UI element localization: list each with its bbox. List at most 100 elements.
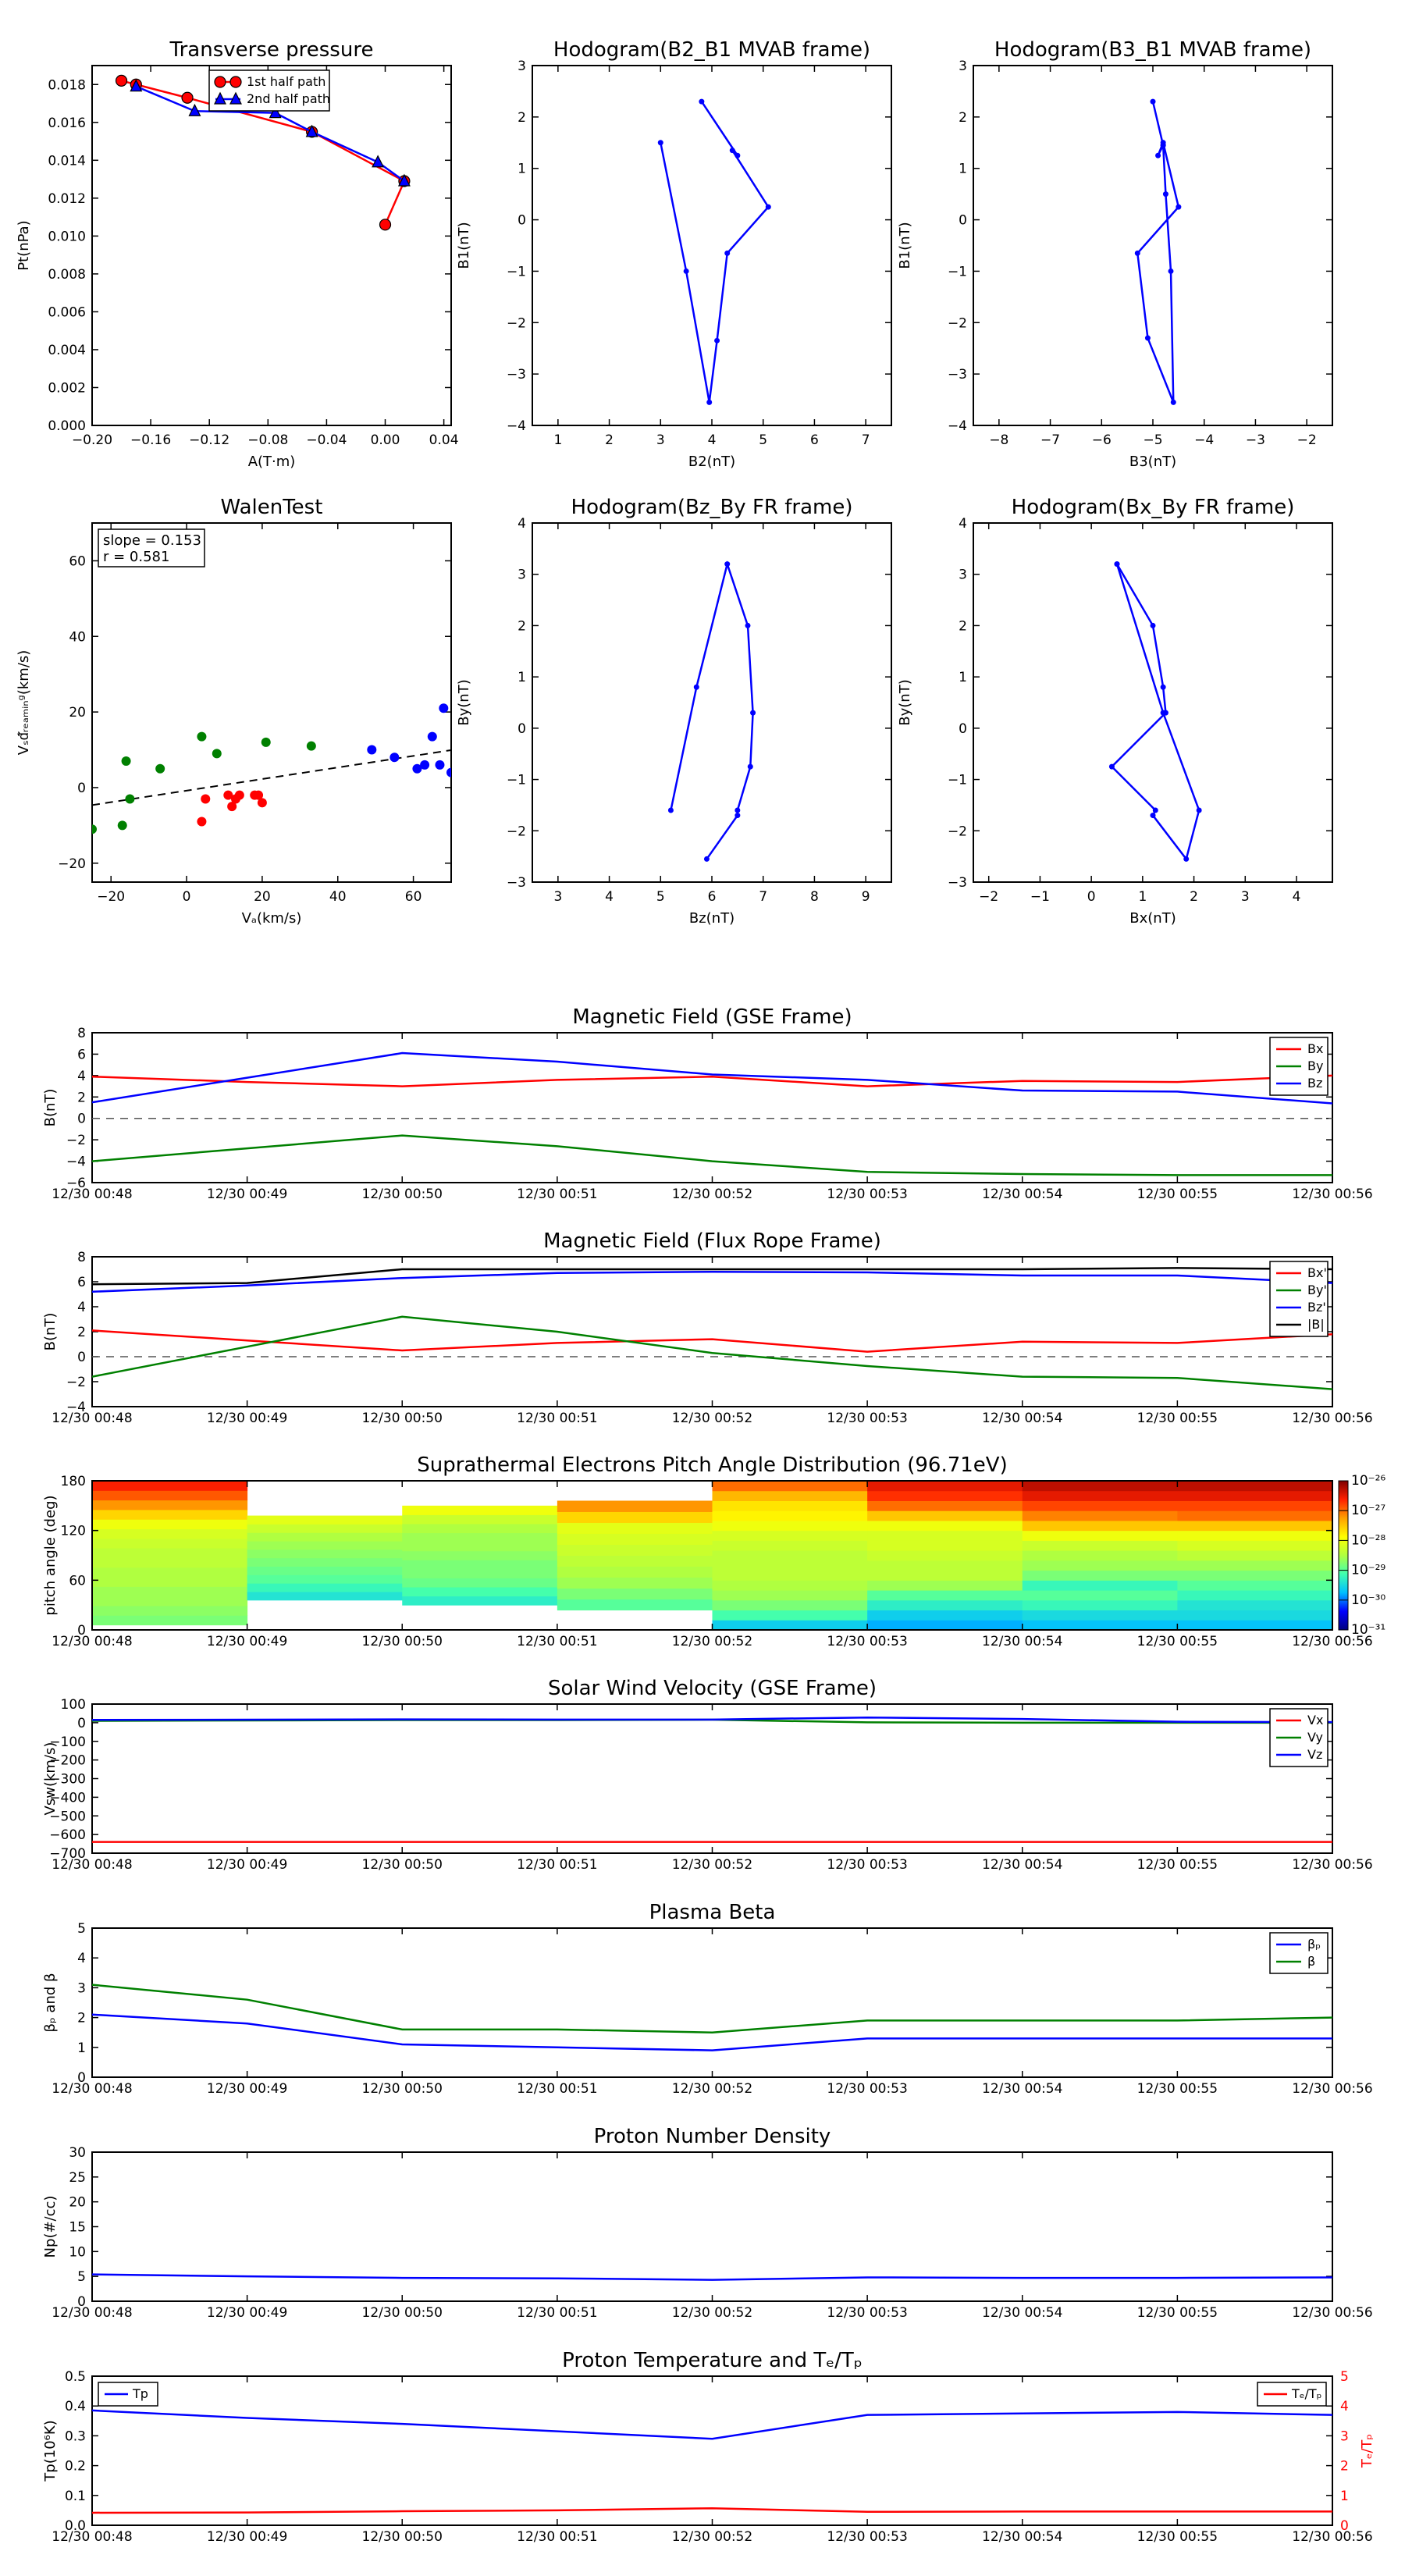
- y-tick-label: 5: [77, 2269, 86, 2285]
- heatmap-cell: [402, 1596, 558, 1606]
- x-tick-label: 12/30 00:55: [1137, 1187, 1218, 1202]
- heatmap-cell: [1177, 1530, 1333, 1541]
- x-tick-label: 4: [708, 432, 717, 448]
- heatmap-cell: [867, 1599, 1023, 1611]
- plot-title: Transverse pressure: [169, 38, 374, 62]
- x-tick-label: 12/30 00:54: [982, 2081, 1062, 2097]
- heatmap-cell: [1022, 1580, 1178, 1591]
- x-tick-label: 4: [605, 889, 614, 905]
- y-tick-label: 3: [518, 59, 526, 74]
- heatmap-cell: [1177, 1510, 1333, 1521]
- y-tick-label: 0: [518, 213, 526, 229]
- y-tick-label: −4: [948, 418, 967, 434]
- plot-title: Proton Temperature and Tₑ/Tₚ: [562, 2349, 863, 2372]
- heatmap-cell: [247, 1541, 403, 1550]
- y-tick-label: 0.2: [65, 2459, 86, 2475]
- heatmap-cell: [867, 1520, 1023, 1532]
- colorbar-tick-label: 10⁻²⁷: [1351, 1503, 1385, 1518]
- series-marker-0: [1108, 763, 1115, 770]
- heatmap-cell: [867, 1590, 1023, 1601]
- x-tick-label: 12/30 00:50: [362, 1634, 443, 1649]
- heatmap-cell: [557, 1544, 713, 1556]
- heatmap-cell: [1022, 1570, 1178, 1581]
- heatmap-cell: [712, 1599, 868, 1611]
- x-tick-label: 7: [862, 432, 870, 448]
- x-tick-label: 12/30 00:49: [207, 2529, 287, 2545]
- y-tick-label: 3: [959, 59, 967, 74]
- plot-title: Plasma Beta: [649, 1901, 776, 1924]
- x-axis-label: B3(nT): [1129, 454, 1176, 470]
- x-tick-label: 12/30 00:55: [1137, 2529, 1218, 2545]
- legend-label: By: [1307, 1059, 1323, 1073]
- colorbar-tick-label: 10⁻²⁹: [1351, 1563, 1385, 1578]
- x-tick-label: 12/30 00:55: [1137, 1411, 1218, 1426]
- x-tick-label: 12/30 00:54: [982, 1857, 1062, 1873]
- x-tick-label: 3: [553, 889, 562, 905]
- y-tick-label: −1: [507, 773, 526, 788]
- heatmap-cell: [1022, 1599, 1178, 1611]
- heatmap-cell: [92, 1490, 248, 1501]
- x-axis-label: Bz(nT): [689, 910, 735, 927]
- y-tick-label: 0: [77, 1716, 86, 1731]
- y-axis-label: Vsw(km/s): [42, 1742, 59, 1816]
- plot-title: WalenTest: [221, 496, 323, 519]
- x-tick-label: 12/30 00:53: [827, 1411, 907, 1426]
- plot-title: Magnetic Field (GSE Frame): [572, 1005, 852, 1029]
- y-tick-label: 0.5: [65, 2369, 86, 2385]
- x-tick-label: 12/30 00:50: [362, 1857, 443, 1873]
- heatmap-cell: [557, 1577, 713, 1589]
- heatmap-cell: [92, 1500, 248, 1510]
- heatmap-cell: [867, 1530, 1023, 1541]
- x-tick-label: 12/30 00:49: [207, 1634, 287, 1649]
- series-marker-0: [1183, 856, 1190, 862]
- x-tick-label: 1: [553, 432, 562, 448]
- series-marker-0: [693, 684, 699, 690]
- x-tick-label: 12/30 00:48: [52, 1634, 132, 1649]
- series-marker-0: [747, 763, 753, 770]
- x-tick-label: 12/30 00:56: [1292, 1187, 1372, 1202]
- x-tick-label: −0.20: [72, 432, 112, 448]
- series-marker-0: [745, 622, 751, 628]
- x-tick-label: 12/30 00:48: [52, 1187, 132, 1202]
- y-tick-label: 8: [77, 1026, 86, 1041]
- colorbar: [1338, 1480, 1349, 1631]
- series-marker-0: [1152, 807, 1158, 813]
- heatmap-cell: [712, 1530, 868, 1541]
- y-tick-label: 0.010: [48, 229, 86, 244]
- x-tick-label: 40: [329, 889, 347, 905]
- heatmap-cell: [557, 1511, 713, 1523]
- legend-label: Vx: [1307, 1713, 1323, 1727]
- y-axis-label: B(nT): [42, 1089, 59, 1127]
- y-tick-label: 40: [69, 629, 86, 645]
- heatmap-cell: [1177, 1570, 1333, 1581]
- x-tick-label: −2: [1297, 432, 1317, 448]
- scatter-point-1: [201, 794, 211, 804]
- x-tick-label: 12/30 00:52: [672, 2305, 752, 2321]
- y2-tick-label: 1: [1340, 2489, 1349, 2504]
- x-tick-label: 12/30 00:50: [362, 1411, 443, 1426]
- heatmap-cell: [1022, 1540, 1178, 1551]
- plot-title: Hodogram(Bz_By FR frame): [571, 496, 853, 519]
- series-marker-0: [724, 250, 731, 256]
- heatmap-cell: [1177, 1580, 1333, 1591]
- heatmap-cell: [92, 1519, 248, 1530]
- heatmap-cell: [92, 1557, 248, 1568]
- x-axis-label: A(T·m): [248, 454, 296, 470]
- x-tick-label: 12/30 00:54: [982, 2529, 1062, 2545]
- heatmap-cell: [402, 1532, 558, 1542]
- y-tick-label: 0.014: [48, 153, 86, 169]
- heatmap-cell: [1177, 1610, 1333, 1621]
- y-axis-label: B1(nT): [456, 222, 472, 269]
- heatmap-cell: [92, 1615, 248, 1626]
- y-tick-label: 0: [77, 1350, 86, 1365]
- y-tick-label: 120: [61, 1524, 86, 1539]
- heatmap-cell: [1022, 1610, 1178, 1621]
- scatter-point-2: [427, 731, 437, 742]
- y-tick-label: 180: [61, 1474, 86, 1489]
- x-tick-label: 12/30 00:51: [517, 1411, 597, 1426]
- x-tick-label: −8: [989, 432, 1008, 448]
- y-tick-label: −20: [58, 856, 86, 872]
- y-tick-label: −3: [948, 367, 967, 382]
- y2-tick-label: 5: [1340, 2369, 1349, 2385]
- series-marker-0: [729, 148, 735, 154]
